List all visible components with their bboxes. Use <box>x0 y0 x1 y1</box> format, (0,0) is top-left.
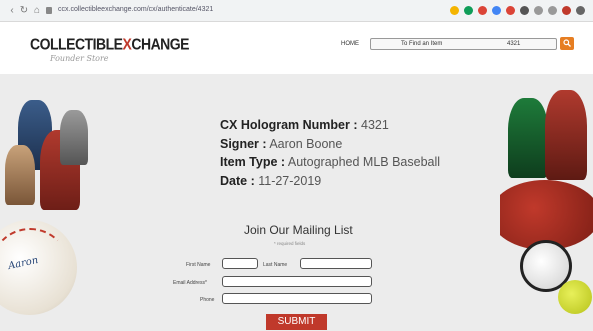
back-icon[interactable]: ‹ <box>6 5 18 17</box>
menu-icon[interactable] <box>576 6 585 15</box>
required-note: * required fields <box>274 241 306 246</box>
extension-icon[interactable] <box>506 6 515 15</box>
signer-value: Aaron Boone <box>269 136 343 151</box>
player-image <box>545 90 587 180</box>
profile-icon[interactable] <box>562 6 571 15</box>
left-sports-collage: Aaron <box>0 90 110 331</box>
item-type-row: Item Type : Autographed MLB Baseball <box>220 155 441 169</box>
date-row: Date : 11-27-2019 <box>220 173 322 188</box>
logo-tagline: Founder Store <box>50 54 109 63</box>
extension-icon[interactable] <box>492 6 501 15</box>
last-name-field[interactable] <box>300 258 372 269</box>
player-image <box>508 98 548 178</box>
player-image <box>60 110 88 165</box>
home-icon[interactable]: ⌂ <box>31 5 43 17</box>
extension-icon[interactable] <box>534 6 543 15</box>
extension-icon[interactable] <box>520 6 529 15</box>
home-link[interactable]: HOME <box>341 41 359 47</box>
right-sports-collage <box>500 90 593 331</box>
extension-icon[interactable] <box>464 6 473 15</box>
search-button[interactable] <box>560 37 574 50</box>
phone-label: Phone <box>200 297 215 303</box>
site-logo[interactable]: COLLECTIBLEXCHANGE <box>30 35 190 53</box>
search-value: 4321 <box>507 41 521 47</box>
site-header: COLLECTIBLEXCHANGE Founder Store HOME To… <box>0 22 593 74</box>
hologram-number-value: 4321 <box>361 118 389 132</box>
player-image <box>5 145 35 205</box>
browser-toolbar: ‹ ↻ ⌂ ccx.collectibleexchange.com/cx/aut… <box>0 0 593 22</box>
lock-icon <box>46 7 52 14</box>
search-icon <box>563 39 571 47</box>
extension-icons <box>450 6 585 16</box>
first-name-label: First Name <box>186 262 211 268</box>
first-name-field[interactable] <box>222 258 258 269</box>
hologram-details: CX Hologram Number : 4321 Signer : Aaron… <box>220 116 440 190</box>
extension-icon[interactable] <box>548 6 557 15</box>
mailing-list-title: Join Our Mailing List <box>244 223 353 237</box>
search-placeholder: To Find an Item <box>401 41 443 47</box>
date-value: 11-27-2019 <box>258 173 322 188</box>
phone-field[interactable] <box>222 293 372 304</box>
extension-icon[interactable] <box>478 6 487 15</box>
search-input[interactable]: To Find an Item 4321 <box>370 38 557 50</box>
hologram-number-row: CX Hologram Number : 4321 <box>220 118 389 132</box>
email-label: Email Address* <box>173 280 207 286</box>
star-icon[interactable] <box>450 6 459 15</box>
item-type-value: Autographed MLB Baseball <box>287 155 441 169</box>
address-bar[interactable]: ccx.collectibleexchange.com/cx/authentic… <box>58 6 213 13</box>
last-name-label: Last Name <box>263 262 288 268</box>
submit-button[interactable]: SUBMIT <box>266 314 327 330</box>
tennis-ball-image <box>558 280 592 314</box>
signer-row: Signer : Aaron Boone <box>220 136 343 151</box>
reload-icon[interactable]: ↻ <box>18 5 30 17</box>
email-field[interactable] <box>222 276 372 287</box>
